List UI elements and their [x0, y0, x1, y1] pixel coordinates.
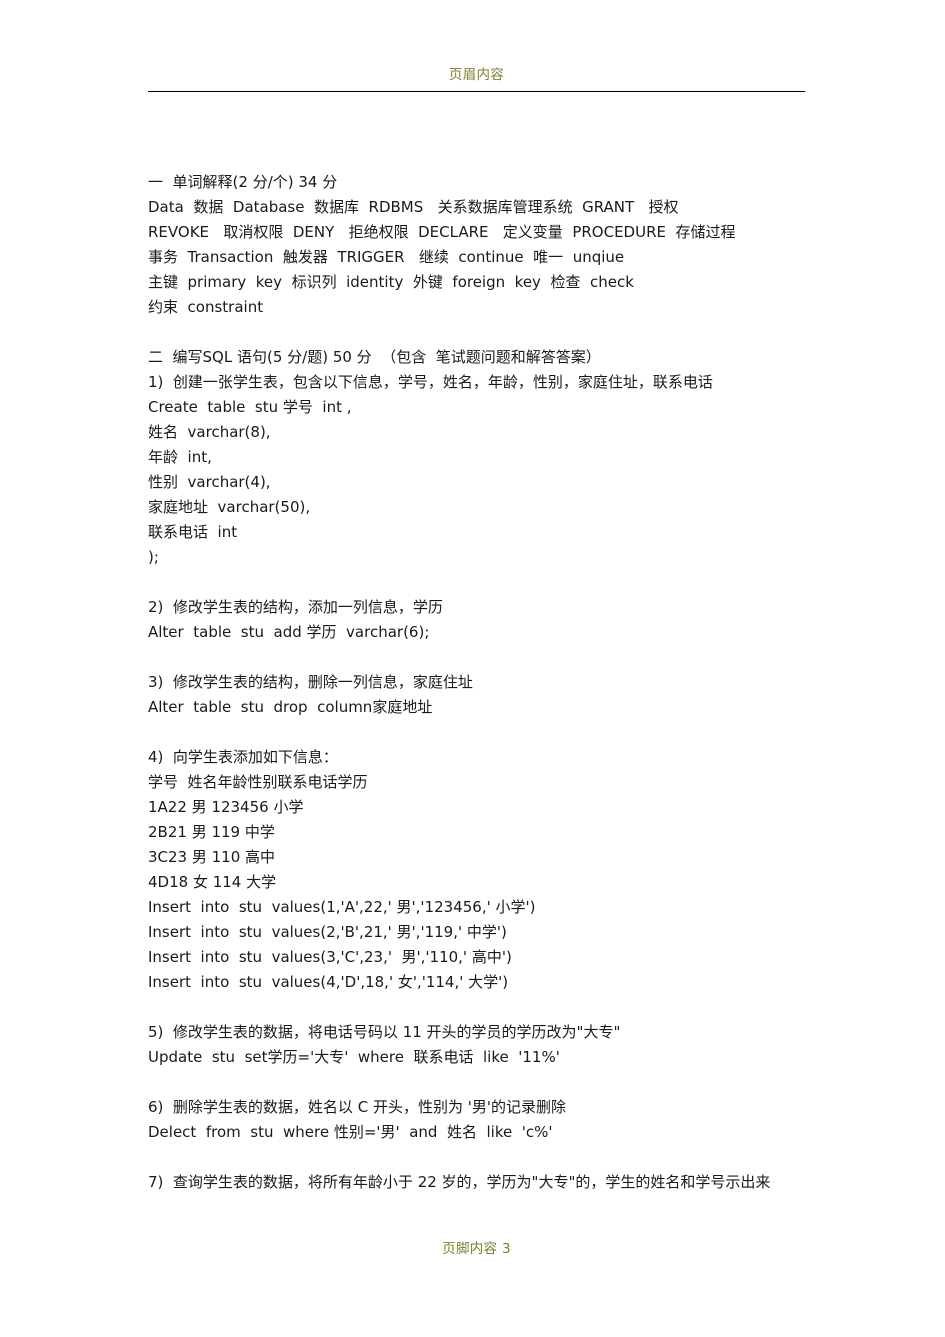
- section-two: 二 编写SQL 语句(5 分/题) 50 分 （包含 笔试题问题和解答答案） 1…: [148, 345, 813, 1195]
- answer-line-3: Alter table stu drop column家庭地址: [148, 698, 433, 716]
- item-spacer: [148, 995, 813, 1020]
- question-prompt-7: 7) 查询学生表的数据，将所有年龄小于 22 岁的，学历为"大专"的，学生的姓名…: [148, 1173, 771, 1191]
- answer-line-4: Insert into stu values(2,'B',21,' 男','11…: [148, 923, 507, 941]
- answer-line-1: Create table stu 学号 int ,: [148, 398, 352, 416]
- data-table-row: 4D18 女 114 大学: [148, 873, 277, 891]
- answer-line-1: 家庭地址 varchar(50),: [148, 498, 311, 516]
- item-spacer: [148, 570, 813, 595]
- document-page: 页眉内容 一 单词解释(2 分/个) 34 分 Data 数据 Database…: [0, 0, 945, 1337]
- answer-line-6: Delect from stu where 性别='男' and 姓名 like…: [148, 1123, 553, 1141]
- section-one-heading: 一 单词解释(2 分/个) 34 分: [148, 173, 338, 191]
- page-header: 页眉内容: [148, 64, 805, 85]
- answer-line-1: 姓名 varchar(8),: [148, 423, 271, 441]
- question-prompt-1: 1) 创建一张学生表，包含以下信息，学号，姓名，年龄，性别，家庭住址，联系电话: [148, 373, 713, 391]
- header-divider: [148, 91, 805, 92]
- item-spacer: [148, 645, 813, 670]
- question-prompt-6: 6) 删除学生表的数据，姓名以 C 开头，性别为 '男'的记录删除: [148, 1098, 566, 1116]
- question-prompt-5: 5) 修改学生表的数据，将电话号码以 11 开头的学员的学历改为"大专": [148, 1023, 621, 1041]
- section-one: 一 单词解释(2 分/个) 34 分 Data 数据 Database 数据库 …: [148, 170, 813, 320]
- question-prompt-2: 2) 修改学生表的结构，添加一列信息，学历: [148, 598, 443, 616]
- section-two-heading: 二 编写SQL 语句(5 分/题) 50 分 （包含 笔试题问题和解答答案）: [148, 348, 601, 366]
- item-spacer: [148, 1145, 813, 1170]
- data-table-row: 2B21 男 119 中学: [148, 823, 275, 841]
- question-prompt-3: 3) 修改学生表的结构，删除一列信息，家庭住址: [148, 673, 473, 691]
- answer-line-1: 联系电话 int: [148, 523, 238, 541]
- answer-line-1: 性别 varchar(4),: [148, 473, 271, 491]
- answer-line-1: 年龄 int,: [148, 448, 212, 466]
- question-prompt-4: 4) 向学生表添加如下信息：: [148, 748, 338, 766]
- section-one-line: 约束 constraint: [148, 298, 264, 316]
- answer-line-2: Alter table stu add 学历 varchar(6);: [148, 623, 430, 641]
- page-footer: 页脚内容 3: [148, 1238, 805, 1259]
- item-spacer: [148, 720, 813, 745]
- item-spacer: [148, 1070, 813, 1095]
- section-one-line: 事务 Transaction 触发器 TRIGGER 继续 continue 唯…: [148, 248, 625, 266]
- section-one-line: 主键 primary key 标识列 identity 外键 foreign k…: [148, 273, 634, 291]
- document-body: 一 单词解释(2 分/个) 34 分 Data 数据 Database 数据库 …: [148, 170, 813, 1195]
- data-table-header: 学号 姓名年龄性别联系电话学历: [148, 773, 368, 791]
- answer-line-5: Update stu set学历='大专' where 联系电话 like '1…: [148, 1048, 560, 1066]
- answer-line-4: Insert into stu values(4,'D',18,' 女','11…: [148, 973, 509, 991]
- page-header-text: 页眉内容: [448, 67, 505, 83]
- answer-line-1: );: [148, 548, 159, 566]
- answer-line-4: Insert into stu values(1,'A',22,' 男','12…: [148, 898, 536, 916]
- data-table-row: 1A22 男 123456 小学: [148, 798, 304, 816]
- section-one-line: REVOKE 取消权限 DENY 拒绝权限 DECLARE 定义变量 PROCE…: [148, 223, 736, 241]
- section-one-line: Data 数据 Database 数据库 RDBMS 关系数据库管理系统 GRA…: [148, 198, 679, 216]
- page-footer-text: 页脚内容 3: [442, 1241, 511, 1257]
- answer-line-4: Insert into stu values(3,'C',23,' 男','11…: [148, 948, 512, 966]
- data-table-row: 3C23 男 110 高中: [148, 848, 276, 866]
